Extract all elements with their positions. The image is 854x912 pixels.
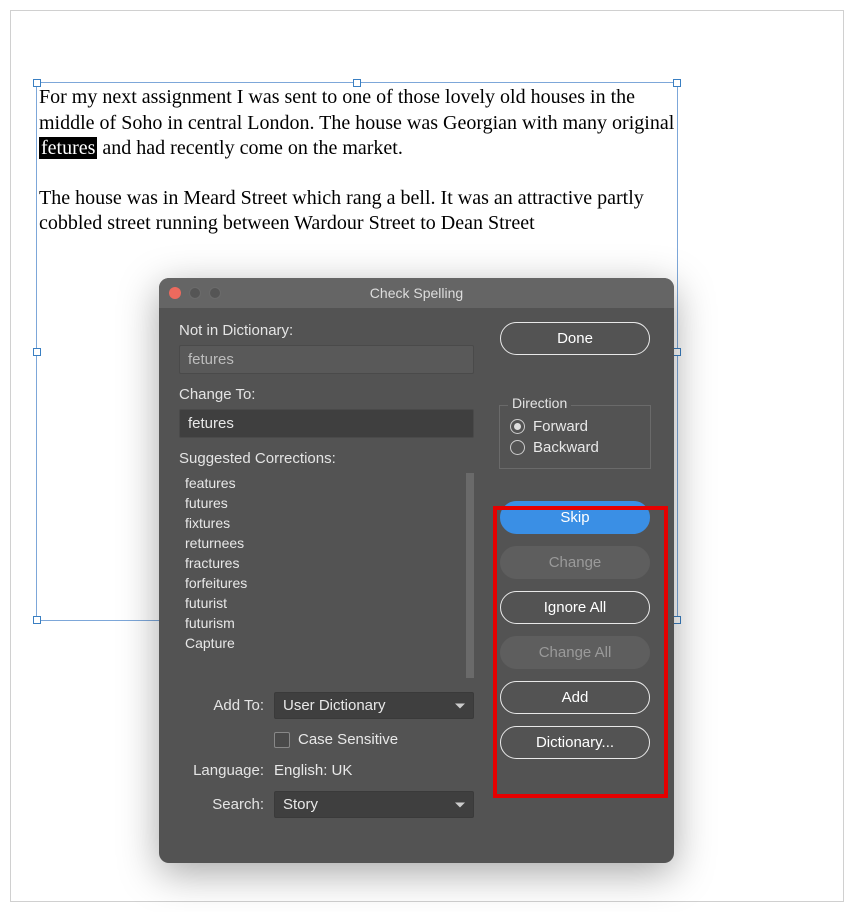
search-value: Story (283, 796, 318, 813)
suggestion-item[interactable]: futurist (179, 593, 466, 613)
case-sensitive-checkbox[interactable] (274, 732, 290, 748)
add-to-value: User Dictionary (283, 697, 386, 714)
chevron-down-icon (455, 802, 465, 807)
search-label: Search: (179, 796, 264, 813)
suggestion-item[interactable]: futurism (179, 613, 466, 633)
paragraph1-after: and had recently come on the market. (97, 137, 402, 159)
change-all-button: Change All (500, 636, 650, 669)
skip-button[interactable]: Skip (500, 501, 650, 534)
radio-icon (510, 440, 525, 455)
body-text[interactable]: For my next assignment I was sent to one… (37, 83, 677, 237)
dialog-title: Check Spelling (159, 285, 674, 301)
frame-handle-top-middle[interactable] (353, 79, 361, 87)
language-value: English: UK (274, 762, 352, 779)
search-select[interactable]: Story (274, 791, 474, 818)
frame-handle-bottom-left[interactable] (33, 616, 41, 624)
frame-handle-top-left[interactable] (33, 79, 41, 87)
suggestion-item[interactable]: fractures (179, 553, 466, 573)
add-button[interactable]: Add (500, 681, 650, 714)
chevron-down-icon (455, 703, 465, 708)
radio-icon (510, 419, 525, 434)
window-close-icon[interactable] (169, 287, 181, 299)
direction-backward-label: Backward (533, 439, 599, 456)
dictionary-button[interactable]: Dictionary... (500, 726, 650, 759)
window-minimize-icon (189, 287, 201, 299)
not-in-dictionary-value: fetures (179, 345, 474, 374)
suggestion-item[interactable]: futures (179, 493, 466, 513)
add-to-select[interactable]: User Dictionary (274, 692, 474, 719)
frame-handle-middle-left[interactable] (33, 348, 41, 356)
suggestions-list[interactable]: features futures fixtures returnees frac… (179, 473, 474, 678)
frame-handle-top-right[interactable] (673, 79, 681, 87)
suggestion-item[interactable]: forfeitures (179, 573, 466, 593)
add-to-label: Add To: (179, 697, 264, 714)
direction-forward-radio[interactable]: Forward (510, 418, 640, 435)
misspelled-word[interactable]: fetures (39, 137, 97, 159)
change-to-input[interactable]: fetures (179, 409, 474, 438)
direction-label: Direction (508, 395, 571, 411)
suggestion-item[interactable]: features (179, 473, 466, 493)
suggestion-item[interactable]: returnees (179, 533, 466, 553)
case-sensitive-label: Case Sensitive (298, 731, 398, 748)
direction-backward-radio[interactable]: Backward (510, 439, 640, 456)
ignore-all-button[interactable]: Ignore All (500, 591, 650, 624)
dialog-titlebar[interactable]: Check Spelling (159, 278, 674, 308)
change-button: Change (500, 546, 650, 579)
suggested-corrections-label: Suggested Corrections: (179, 450, 474, 467)
direction-forward-label: Forward (533, 418, 588, 435)
suggestion-item[interactable]: Capture (179, 633, 466, 653)
done-button[interactable]: Done (500, 322, 650, 355)
frame-handle-middle-right[interactable] (673, 348, 681, 356)
direction-group: Direction Forward Backward (499, 405, 651, 469)
change-to-label: Change To: (179, 386, 474, 403)
paragraph2: The house was in Meard Street which rang… (39, 186, 677, 237)
language-label: Language: (179, 762, 264, 779)
frame-handle-bottom-right[interactable] (673, 616, 681, 624)
check-spelling-dialog: Check Spelling Not in Dictionary: feture… (159, 278, 674, 863)
not-in-dictionary-label: Not in Dictionary: (179, 322, 474, 339)
window-maximize-icon (209, 287, 221, 299)
paragraph1-before: For my next assignment I was sent to one… (39, 86, 674, 134)
suggestion-item[interactable]: fixtures (179, 513, 466, 533)
